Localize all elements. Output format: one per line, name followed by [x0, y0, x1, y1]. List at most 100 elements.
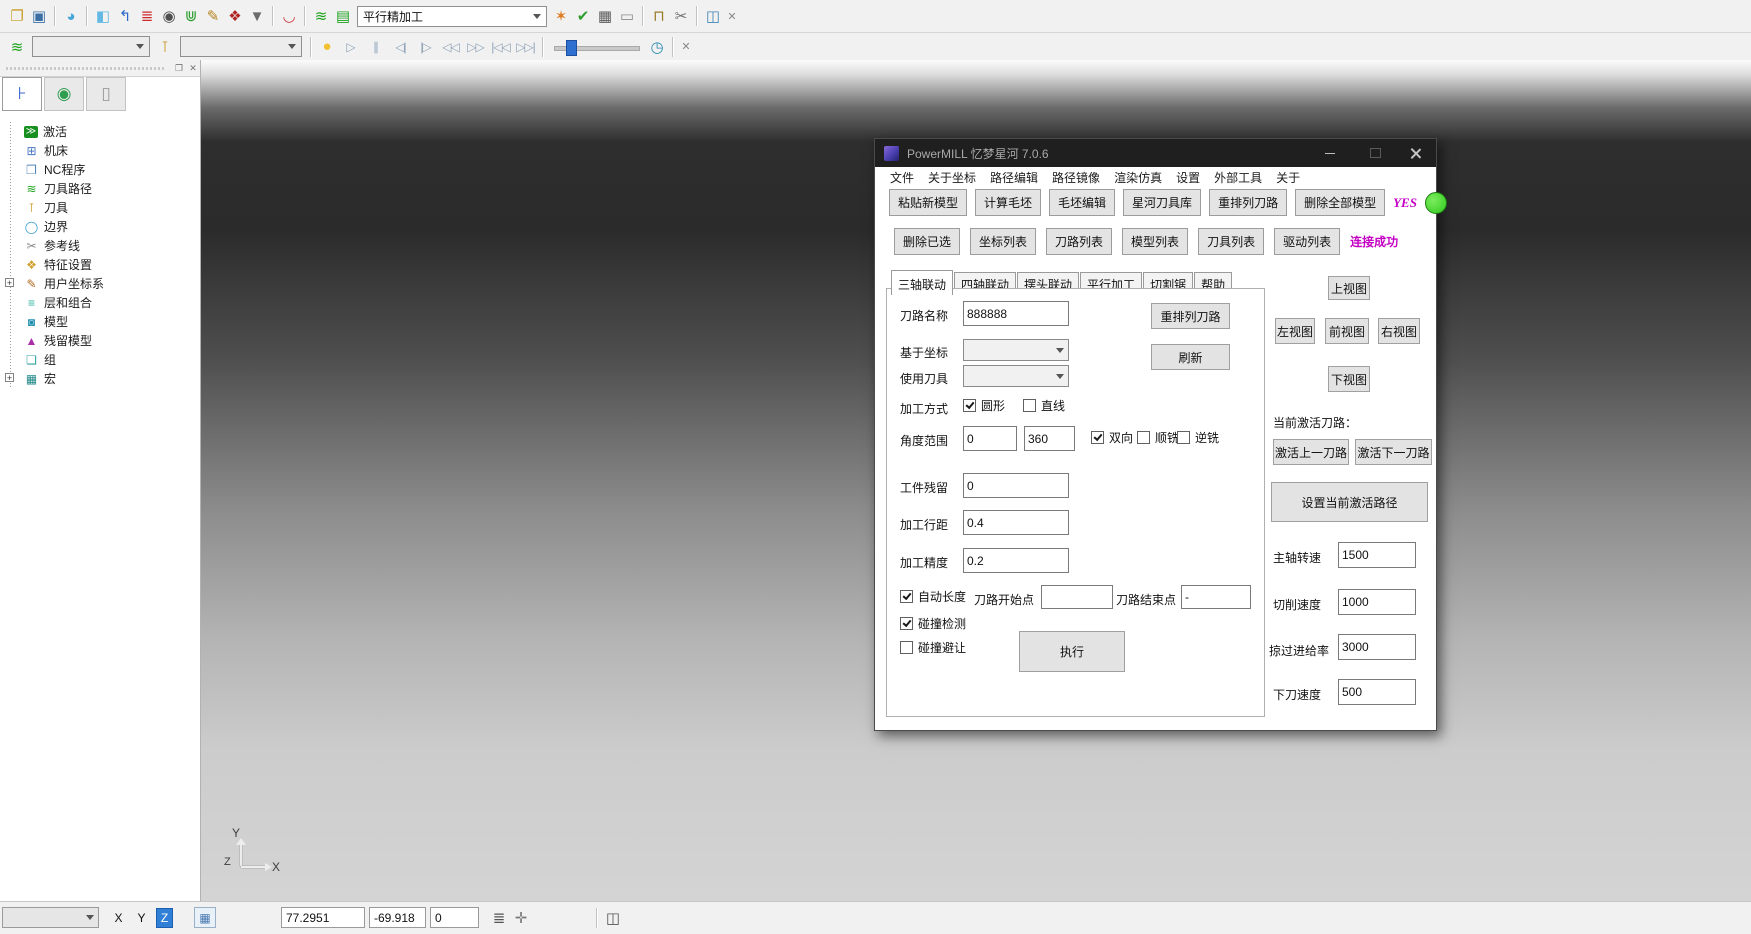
tree-item[interactable]: +✎用户坐标系 — [0, 274, 200, 293]
bidirectional-checkbox[interactable]: 双向 — [1091, 429, 1133, 446]
dialog-button[interactable]: 毛坯编辑 — [1049, 189, 1115, 216]
tree-item[interactable]: ≋刀具路径 — [0, 179, 200, 198]
rearrange-toolpaths-button[interactable]: 重排列刀路 — [1151, 303, 1230, 329]
axis-y-button[interactable]: Y — [133, 908, 150, 928]
close-toolbar-icon[interactable]: ✕ — [724, 5, 740, 27]
fast-forward-icon[interactable]: ▷▷ — [463, 36, 488, 58]
collision-check-icon[interactable]: ◡ — [278, 5, 300, 27]
tree-expander-icon[interactable]: + — [5, 373, 14, 382]
toolpath-list-icon[interactable]: ▤ — [332, 5, 354, 27]
menu-item[interactable]: 外部工具 — [1207, 167, 1269, 188]
spindle-speed-input[interactable] — [1338, 542, 1416, 568]
tree-item[interactable]: ✂参考线 — [0, 236, 200, 255]
start-point-input[interactable] — [1041, 585, 1113, 609]
minimize-button[interactable] — [1315, 139, 1345, 167]
axis-x-button[interactable]: X — [110, 908, 127, 928]
dialog-button[interactable]: 刀具列表 — [1198, 228, 1264, 255]
dialog-button[interactable]: 坐标列表 — [970, 228, 1036, 255]
points-icon[interactable]: ❖ — [224, 5, 246, 27]
calculator-icon[interactable]: ▦ — [594, 5, 616, 27]
refresh-button[interactable]: 刷新 — [1151, 344, 1230, 370]
maximize-button[interactable] — [1360, 139, 1390, 167]
clock-icon[interactable]: ◷ — [646, 36, 668, 58]
slider-handle[interactable] — [566, 40, 577, 56]
step-forward-icon[interactable]: |▷ — [413, 36, 438, 58]
step-back-icon[interactable]: ◁| — [388, 36, 413, 58]
block-icon[interactable]: ◧ — [92, 5, 114, 27]
based-coord-select[interactable] — [963, 339, 1069, 361]
simulation-speed-slider[interactable] — [554, 39, 640, 55]
explorer-tab-globe[interactable]: ◉ — [44, 77, 84, 111]
close-toolbar-icon[interactable]: ✕ — [678, 36, 694, 58]
use-tool-select[interactable] — [963, 365, 1069, 387]
toolpath-strategy-combo[interactable]: 平行精加工 — [357, 6, 547, 27]
active-toolpath-combo[interactable] — [32, 36, 150, 57]
go-to-end-icon[interactable]: ▷▷| — [513, 36, 538, 58]
tree-item[interactable]: ⊞机床 — [0, 141, 200, 160]
angle-start-input[interactable] — [963, 426, 1017, 451]
ruler-icon[interactable]: ▭ — [616, 5, 638, 27]
tree-item[interactable]: ◯边界 — [0, 217, 200, 236]
menu-item[interactable]: 设置 — [1169, 167, 1207, 188]
simulate-flash-icon[interactable]: ✶ — [550, 5, 572, 27]
dialog-titlebar[interactable]: PowerMILL 忆梦星河 7.0.6 — [875, 139, 1436, 167]
grid-toggle-button[interactable]: ▦ — [194, 907, 216, 928]
cursor-position-icon[interactable]: ✛ — [510, 907, 532, 929]
line-checkbox[interactable]: 直线 — [1023, 397, 1065, 414]
dialog-button[interactable]: 驱动列表 — [1274, 228, 1340, 255]
pattern-pen-icon[interactable]: ✎ — [202, 5, 224, 27]
toolpath-name-input[interactable] — [963, 301, 1069, 326]
view-front-button[interactable]: 前视图 — [1325, 318, 1369, 344]
plunge-feed-input[interactable] — [1338, 679, 1416, 705]
skim-feed-input[interactable] — [1338, 634, 1416, 660]
collision-check-checkbox[interactable]: 碰撞检测 — [900, 615, 966, 632]
tree-item[interactable]: ▲残留模型 — [0, 331, 200, 350]
rapid-move-icon[interactable]: ↰ — [114, 5, 136, 27]
climb-mill-checkbox[interactable]: 顺铣 — [1137, 429, 1179, 446]
stock-allowance-input[interactable] — [963, 473, 1069, 498]
panel-grip[interactable] — [6, 67, 166, 70]
collision-avoid-checkbox[interactable]: 碰撞避让 — [900, 639, 966, 656]
dialog-button[interactable]: 删除已选 — [894, 228, 960, 255]
conventional-mill-checkbox[interactable]: 逆铣 — [1177, 429, 1219, 446]
float-panel-icon[interactable]: ❐ — [172, 62, 186, 74]
active-tool-combo[interactable] — [180, 36, 302, 57]
close-panel-icon[interactable]: ✕ — [186, 62, 200, 74]
tree-item[interactable]: ◙模型 — [0, 312, 200, 331]
end-point-input[interactable] — [1181, 585, 1251, 609]
tree-item[interactable]: ≫激活 — [0, 122, 200, 141]
coordinate-y-field[interactable]: -69.918 — [369, 907, 426, 928]
transform-icon[interactable]: ✂ — [670, 5, 692, 27]
toolpath-small-icon[interactable]: ≋ — [6, 36, 28, 58]
coordinate-x-field[interactable]: 77.2951 — [281, 907, 365, 928]
set-active-path-button[interactable]: 设置当前激活路径 — [1271, 482, 1428, 522]
auto-length-checkbox[interactable]: 自动长度 — [900, 588, 966, 605]
tolerance-input[interactable] — [963, 548, 1069, 573]
cutting-feed-input[interactable] — [1338, 589, 1416, 615]
coordinate-z-field[interactable]: 0 — [430, 907, 479, 928]
statusbar-combo[interactable] — [2, 907, 99, 928]
execute-button[interactable]: 执行 — [1019, 631, 1125, 672]
play-icon[interactable]: ▷ — [338, 36, 363, 58]
tool-pair-icon[interactable]: ⊓ — [648, 5, 670, 27]
explorer-tab-tree[interactable]: ⊦ — [2, 77, 42, 111]
leads-links-icon[interactable]: ⋓ — [180, 5, 202, 27]
tree-item[interactable]: +▦宏 — [0, 369, 200, 388]
tree-expander-icon[interactable]: + — [5, 278, 14, 287]
view-right-button[interactable]: 右视图 — [1378, 318, 1420, 344]
menu-item[interactable]: 文件 — [883, 167, 921, 188]
close-button[interactable] — [1400, 139, 1430, 167]
menu-item[interactable]: 路径编辑 — [983, 167, 1045, 188]
snap-options-icon[interactable]: ≣ — [488, 907, 510, 929]
angle-end-input[interactable] — [1024, 426, 1075, 451]
compare-models-icon[interactable]: ◫ — [702, 5, 724, 27]
explorer-tab-trash[interactable]: ▯ — [86, 77, 126, 111]
dialog-button[interactable]: 模型列表 — [1122, 228, 1188, 255]
tool-holder-icon[interactable]: ▼ — [246, 5, 268, 27]
open-file-icon[interactable]: ❐ — [6, 5, 28, 27]
shaded-view-icon[interactable]: ◕ — [60, 5, 82, 27]
menu-item[interactable]: 关于 — [1269, 167, 1307, 188]
dialog-button[interactable]: 粘贴新模型 — [889, 189, 967, 216]
tool-ball-icon[interactable]: ◉ — [158, 5, 180, 27]
axis-z-button[interactable]: Z — [156, 908, 173, 928]
